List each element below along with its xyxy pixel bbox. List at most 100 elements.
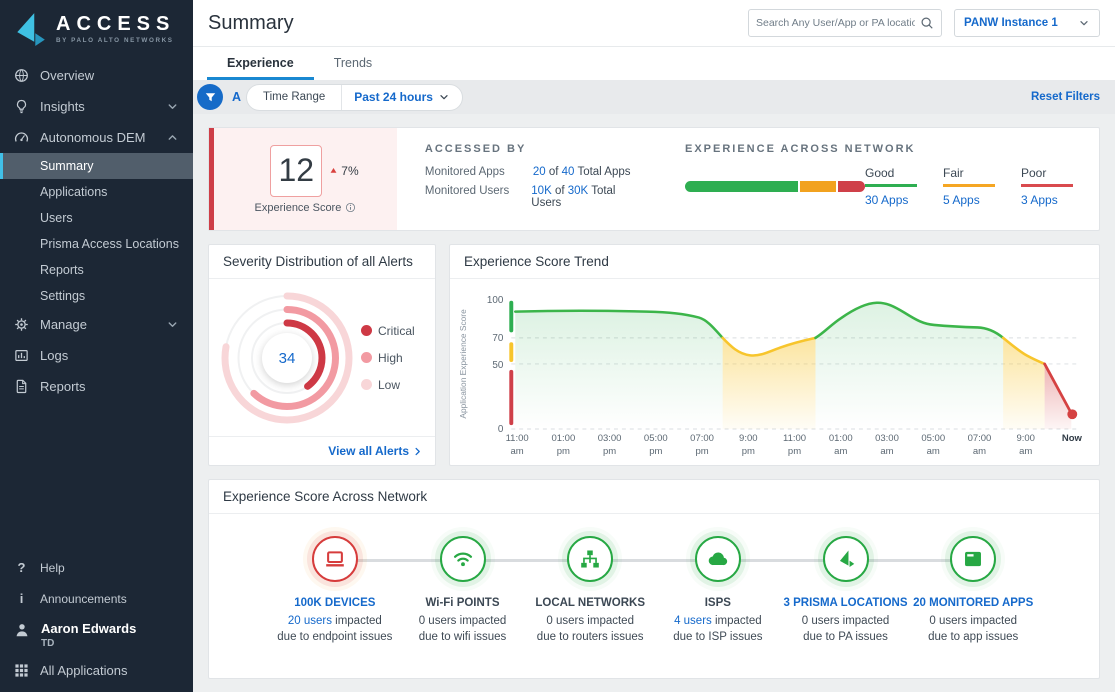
accessed-by-title: ACCESSED BY bbox=[425, 143, 647, 155]
sidebar-item-settings[interactable]: Settings bbox=[0, 283, 193, 309]
user-menu[interactable]: Aaron Edwards TD bbox=[0, 614, 193, 651]
triangle-up-icon bbox=[329, 166, 338, 175]
local-networks-status-circle[interactable] bbox=[567, 536, 613, 582]
filter-chip[interactable]: A bbox=[232, 90, 241, 104]
total-users-count[interactable]: 30K bbox=[568, 185, 588, 197]
monitored-apps-link[interactable]: 20 MONITORED APPS bbox=[913, 597, 1033, 609]
experience-score-value: 12 bbox=[270, 145, 322, 197]
journey-item-local-networks: LOCAL NETWORKS 0 users impacted due to r… bbox=[526, 536, 654, 643]
svg-text:0: 0 bbox=[498, 424, 504, 433]
sidebar-item-applications[interactable]: Applications bbox=[0, 179, 193, 205]
sidebar-item-autonomous-dem[interactable]: Autonomous DEM bbox=[0, 122, 193, 153]
sidebar-item-overview[interactable]: Overview bbox=[0, 60, 193, 91]
app-window-icon bbox=[962, 548, 984, 570]
info-circle-icon[interactable] bbox=[345, 202, 356, 213]
time-range-filter[interactable]: Time Range Past 24 hours bbox=[246, 84, 463, 111]
experience-legend: Good 30 Apps Fair 5 Apps Poor 3 Apps bbox=[865, 166, 1073, 207]
search-input[interactable] bbox=[756, 17, 915, 29]
sidebar-item-label: Announcements bbox=[40, 592, 127, 606]
chevron-down-icon bbox=[1078, 17, 1090, 29]
wifi-icon bbox=[452, 548, 474, 570]
sidebar-item-help[interactable]: ? Help bbox=[0, 552, 193, 583]
experience-score-trend-chart: 100 70 50 0 Application Experience Score bbox=[454, 285, 1095, 433]
total-apps-count[interactable]: 40 bbox=[562, 166, 575, 178]
score-delta: 7% bbox=[329, 164, 358, 178]
wifi-status-circle[interactable] bbox=[440, 536, 486, 582]
legend-critical: Critical bbox=[361, 324, 415, 338]
y-axis-label: Application Experience Score bbox=[458, 309, 468, 419]
experience-score-panel: 12 7% Experience Score bbox=[209, 128, 397, 230]
journey-item-wifi: Wi-Fi POINTS 0 users impacted due to wif… bbox=[399, 536, 527, 643]
tab-trends[interactable]: Trends bbox=[314, 47, 392, 80]
sidebar-item-label: Insights bbox=[40, 99, 85, 114]
filter-button[interactable] bbox=[197, 84, 223, 110]
app-logo[interactable]: ACCESS BY PALO ALTO NETWORKS bbox=[0, 0, 193, 60]
score-summary-card: 12 7% Experience Score ACCESSED BY Monit… bbox=[208, 127, 1100, 231]
tab-experience[interactable]: Experience bbox=[207, 47, 314, 80]
chevron-down-icon bbox=[166, 318, 179, 331]
search-icon[interactable] bbox=[920, 16, 934, 30]
sidebar-item-insights[interactable]: Insights bbox=[0, 91, 193, 122]
chevron-right-icon bbox=[412, 446, 423, 457]
devices-status-circle[interactable] bbox=[312, 536, 358, 582]
low-dot-icon bbox=[361, 379, 372, 390]
sidebar-item-announcements[interactable]: i Announcements bbox=[0, 583, 193, 614]
page-title: Summary bbox=[208, 12, 294, 35]
time-range-value[interactable]: Past 24 hours bbox=[342, 90, 462, 104]
monitored-apps-count[interactable]: 20 bbox=[533, 166, 546, 178]
monitored-apps-status-circle[interactable] bbox=[950, 536, 996, 582]
sidebar-item-label: All Applications bbox=[40, 663, 127, 678]
local-networks-label: LOCAL NETWORKS bbox=[535, 597, 645, 609]
prisma-logo-icon bbox=[835, 548, 857, 570]
chevron-down-icon bbox=[438, 91, 450, 103]
sidebar-item-manage[interactable]: Manage bbox=[0, 309, 193, 340]
sidebar-item-reports-sub[interactable]: Reports bbox=[0, 257, 193, 283]
tab-bar: Experience Trends bbox=[193, 46, 1115, 80]
trend-card-title: Experience Score Trend bbox=[450, 245, 1099, 279]
cloud-icon bbox=[707, 548, 729, 570]
legend-low: Low bbox=[361, 378, 415, 392]
sidebar-item-all-applications[interactable]: All Applications bbox=[0, 651, 193, 686]
access-logo-icon bbox=[12, 11, 48, 47]
current-score-marker[interactable] bbox=[1067, 409, 1077, 419]
experience-score-label: Experience Score bbox=[255, 202, 357, 214]
prisma-locations-link[interactable]: 3 PRISMA LOCATIONS bbox=[784, 597, 908, 609]
sidebar-item-summary[interactable]: Summary bbox=[0, 153, 193, 179]
legend-high: High bbox=[361, 351, 415, 365]
instance-dropdown-value: PANW Instance 1 bbox=[964, 17, 1058, 29]
sidebar-item-logs[interactable]: Logs bbox=[0, 340, 193, 371]
monitored-users-count[interactable]: 10K bbox=[531, 185, 551, 197]
view-all-alerts-link[interactable]: View all Alerts bbox=[209, 436, 435, 465]
bar-chart-icon bbox=[14, 348, 29, 363]
prisma-status-circle[interactable] bbox=[823, 536, 869, 582]
good-apps-link[interactable]: 30 Apps bbox=[865, 193, 917, 207]
sidebar-item-reports[interactable]: Reports bbox=[0, 371, 193, 402]
sidebar-item-label: Reports bbox=[40, 379, 86, 394]
sidebar-item-label: Logs bbox=[40, 348, 68, 363]
devices-link[interactable]: 100K DEVICES bbox=[294, 597, 375, 609]
sidebar-item-users[interactable]: Users bbox=[0, 205, 193, 231]
isps-status-circle[interactable] bbox=[695, 536, 741, 582]
journey-item-devices: 100K DEVICES 20 users impacted due to en… bbox=[271, 536, 399, 643]
sidebar-item-label: Help bbox=[40, 561, 65, 575]
legend-good: Good 30 Apps bbox=[865, 166, 917, 207]
legend-fair: Fair 5 Apps bbox=[943, 166, 995, 207]
svg-text:70: 70 bbox=[492, 333, 503, 344]
poor-apps-link[interactable]: 3 Apps bbox=[1021, 193, 1073, 207]
reset-filters-link[interactable]: Reset Filters bbox=[1031, 91, 1100, 103]
laptop-icon bbox=[324, 548, 346, 570]
isps-label: ISPS bbox=[705, 597, 731, 609]
gear-icon bbox=[14, 317, 29, 332]
instance-dropdown[interactable]: PANW Instance 1 bbox=[954, 9, 1100, 37]
svg-text:100: 100 bbox=[487, 295, 504, 306]
isp-users-impacted-link[interactable]: 4 users bbox=[674, 615, 712, 627]
chevron-up-icon bbox=[166, 131, 179, 144]
yellow-zone-bar bbox=[509, 342, 513, 362]
lightbulb-icon bbox=[14, 99, 29, 114]
devices-users-impacted-link[interactable]: 20 users bbox=[288, 615, 332, 627]
sidebar-item-label: Autonomous DEM bbox=[40, 130, 146, 145]
good-segment bbox=[685, 181, 800, 192]
fair-apps-link[interactable]: 5 Apps bbox=[943, 193, 995, 207]
sidebar-item-prisma-access-locations[interactable]: Prisma Access Locations bbox=[0, 231, 193, 257]
user-name: Aaron Edwards bbox=[41, 621, 136, 636]
